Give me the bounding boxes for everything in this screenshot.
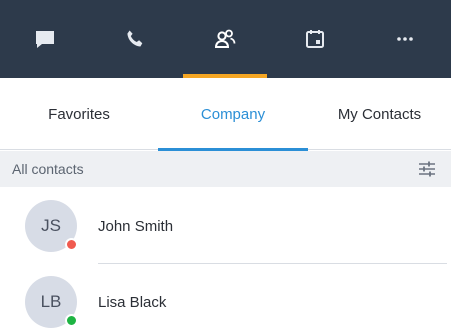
contact-name: Lisa Black <box>98 293 167 311</box>
phone-icon <box>127 30 143 47</box>
tab-company-label: Company <box>200 105 266 123</box>
chat-icon <box>36 31 54 48</box>
contacts-icon <box>214 29 236 48</box>
section-header: All contacts <box>0 151 451 187</box>
nav-phone-button[interactable] <box>90 0 180 78</box>
tab-my-contacts[interactable]: My Contacts <box>308 78 451 150</box>
avatar: JS <box>25 200 78 252</box>
nav-more-button[interactable] <box>360 0 450 78</box>
section-title: All contacts <box>12 161 84 177</box>
avatar: LB <box>25 276 78 328</box>
contacts-tabs: Favorites Company My Contacts <box>0 78 451 151</box>
tab-favorites[interactable]: Favorites <box>0 78 158 150</box>
top-navigation-bar <box>0 0 451 78</box>
avatar-initials: LB <box>40 292 62 311</box>
nav-contacts-button[interactable] <box>180 0 270 78</box>
filter-sliders-icon[interactable] <box>417 159 437 179</box>
tab-favorites-label: Favorites <box>48 105 110 123</box>
avatar-initials: JS <box>41 216 61 235</box>
calendar-icon <box>306 30 324 48</box>
contact-row[interactable]: JS John Smith <box>0 188 451 264</box>
tab-company[interactable]: Company <box>158 78 308 151</box>
contact-name: John Smith <box>98 217 174 235</box>
presence-status-dot <box>65 314 78 327</box>
nav-chat-button[interactable] <box>0 0 90 78</box>
nav-calendar-button[interactable] <box>270 0 360 78</box>
more-icon <box>397 37 413 41</box>
presence-status-dot <box>65 238 78 251</box>
contact-row[interactable]: LB Lisa Black <box>0 264 451 336</box>
tab-my-contacts-label: My Contacts <box>337 105 422 123</box>
